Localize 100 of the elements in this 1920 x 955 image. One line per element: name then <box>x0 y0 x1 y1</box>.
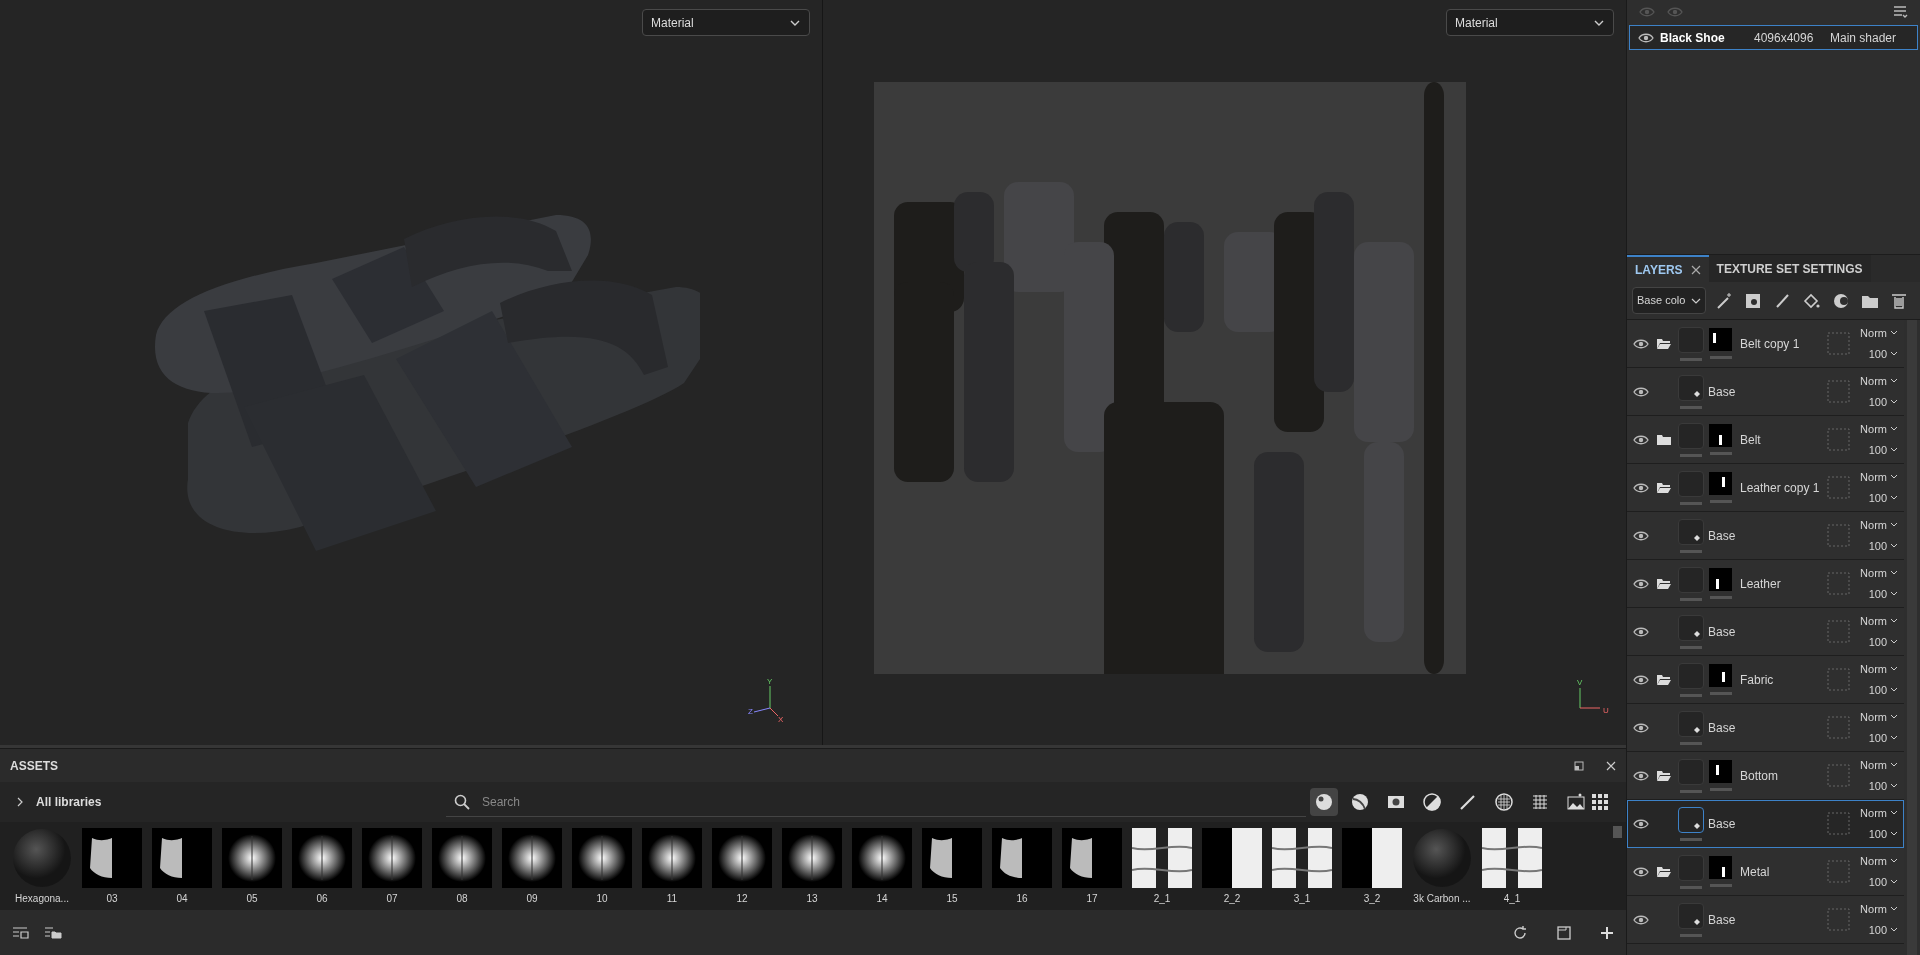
asset-thumbnail[interactable] <box>1202 828 1262 888</box>
layer-name: Base <box>1708 911 1736 929</box>
asset-thumbnail[interactable] <box>1062 828 1122 888</box>
list-add-icon[interactable] <box>12 925 30 940</box>
asset-label: 3k Carbon ... <box>1413 892 1471 906</box>
asset-thumbnail[interactable] <box>222 828 282 888</box>
asset-thumbnail[interactable] <box>712 828 772 888</box>
chevron-down-icon <box>1890 664 1898 673</box>
close-icon[interactable] <box>1690 264 1701 275</box>
empty-mask-slot-icon <box>1827 620 1850 643</box>
close-icon[interactable] <box>1606 760 1616 771</box>
asset-thumbnail[interactable] <box>1412 828 1472 888</box>
view-mode-dropdown[interactable]: Material <box>642 9 810 36</box>
asset-thumbnail[interactable] <box>922 828 982 888</box>
layer-name: Base <box>1708 623 1736 641</box>
layer-row[interactable]: Base Norm 100 <box>1627 800 1904 848</box>
menu-icon[interactable] <box>1892 4 1908 20</box>
opacity-dropdown[interactable]: 100 <box>1868 778 1898 795</box>
window-icon[interactable] <box>1556 924 1572 941</box>
blend-mode-dropdown[interactable]: Norm <box>1860 804 1898 821</box>
empty-mask-slot-icon <box>1827 524 1850 547</box>
opacity-dropdown[interactable]: 100 <box>1868 538 1898 555</box>
folder-icon[interactable] <box>1656 337 1672 350</box>
chevron-down-icon <box>1890 616 1898 625</box>
chevron-down-icon <box>1890 472 1898 481</box>
paint-bucket-icon <box>1693 629 1701 638</box>
blend-mode-dropdown[interactable]: Norm <box>1860 372 1898 389</box>
asset-label: 14 <box>876 892 888 906</box>
sphere-icon <box>1314 792 1334 812</box>
blend-mode-dropdown[interactable]: Norm <box>1860 420 1898 437</box>
list-folder-icon[interactable] <box>44 925 62 940</box>
asset-thumbnail[interactable] <box>782 828 842 888</box>
empty-mask-slot-icon <box>1827 860 1850 883</box>
asset-thumbnail[interactable] <box>992 828 1052 888</box>
blend-mode-dropdown[interactable]: Norm <box>1860 612 1898 629</box>
layer-name: Fabric <box>1740 671 1774 689</box>
grid-view-icon[interactable] <box>1590 792 1610 812</box>
asset-label: 3_1 <box>1293 892 1311 906</box>
asset-thumbnail[interactable] <box>852 828 912 888</box>
folder-icon[interactable] <box>1656 769 1672 782</box>
asset-thumbnail[interactable] <box>572 828 632 888</box>
blend-mode-dropdown[interactable]: Norm <box>1860 708 1898 725</box>
opacity-dropdown[interactable]: 100 <box>1868 874 1898 891</box>
library-selector[interactable]: All libraries <box>16 793 446 811</box>
blend-mode-dropdown[interactable]: Norm <box>1860 324 1898 341</box>
blend-mode-dropdown[interactable]: Norm <box>1860 516 1898 533</box>
scrollbar[interactable] <box>1613 826 1622 838</box>
folder-icon[interactable] <box>1656 481 1672 494</box>
opacity-dropdown[interactable]: 100 <box>1868 922 1898 939</box>
blend-mode-dropdown[interactable]: Norm <box>1860 756 1898 773</box>
opacity-dropdown[interactable]: 100 <box>1868 490 1898 507</box>
folder-icon[interactable] <box>1656 433 1672 446</box>
empty-mask-slot-icon <box>1827 380 1850 403</box>
asset-thumbnail[interactable] <box>1482 828 1542 888</box>
folder-icon[interactable] <box>1656 673 1672 686</box>
opacity-dropdown[interactable]: 100 <box>1868 586 1898 603</box>
folder-icon[interactable] <box>1656 865 1672 878</box>
asset-thumbnail[interactable] <box>1272 828 1332 888</box>
texture-set-row[interactable]: Black Shoe 4096x4096 Main shader <box>1629 25 1918 50</box>
add-icon[interactable] <box>1600 925 1614 940</box>
blend-mode-dropdown[interactable]: Norm <box>1860 852 1898 869</box>
asset-thumbnail[interactable] <box>642 828 702 888</box>
asset-thumbnail[interactable] <box>1342 828 1402 888</box>
filter-button[interactable] <box>1310 788 1338 816</box>
scrollbar[interactable] <box>1907 320 1917 955</box>
panel-tab[interactable]: LAYERS <box>1627 255 1709 282</box>
channel-dropdown[interactable]: Base colo <box>1632 287 1706 314</box>
axis-gizmo-icon <box>1579 687 1601 709</box>
opacity-dropdown[interactable]: 100 <box>1868 346 1898 363</box>
asset-thumbnail[interactable] <box>82 828 142 888</box>
panel-tab[interactable]: TEXTURE SET SETTINGS <box>1708 255 1871 282</box>
blend-mode-dropdown[interactable]: Norm <box>1860 468 1898 485</box>
opacity-dropdown[interactable]: 100 <box>1868 394 1898 411</box>
opacity-dropdown[interactable]: 100 <box>1868 442 1898 459</box>
opacity-dropdown[interactable]: 100 <box>1868 826 1898 843</box>
folder-icon[interactable] <box>1656 577 1672 590</box>
paint-bucket-icon <box>1693 389 1701 398</box>
asset-thumbnail[interactable] <box>152 828 212 888</box>
asset-thumbnail[interactable] <box>432 828 492 888</box>
asset-thumbnail[interactable] <box>292 828 352 888</box>
blend-mode-dropdown[interactable]: Norm <box>1860 900 1898 917</box>
opacity-dropdown[interactable]: 100 <box>1868 682 1898 699</box>
blend-mode-dropdown[interactable]: Norm <box>1860 564 1898 581</box>
asset-thumbnail[interactable] <box>362 828 422 888</box>
chevron-down-icon <box>1890 328 1898 337</box>
opacity-dropdown[interactable]: 100 <box>1868 730 1898 747</box>
mask-thumbnail <box>1709 664 1732 687</box>
view-mode-dropdown[interactable]: Material <box>1446 9 1614 36</box>
asset-thumbnail[interactable] <box>502 828 562 888</box>
opacity-dropdown[interactable]: 100 <box>1868 634 1898 651</box>
blend-mode-dropdown[interactable]: Norm <box>1860 660 1898 677</box>
paint-bucket-icon <box>1693 821 1701 830</box>
asset-thumbnail[interactable] <box>12 828 72 888</box>
grid-pattern-icon <box>1530 792 1550 812</box>
refresh-icon[interactable] <box>1512 924 1528 941</box>
asset-label: 4_1 <box>1503 892 1521 906</box>
axis-label: V <box>1577 678 1583 687</box>
asset-thumbnail[interactable] <box>1132 828 1192 888</box>
maximize-icon[interactable] <box>1574 760 1584 771</box>
chevron-down-icon <box>1890 712 1898 721</box>
